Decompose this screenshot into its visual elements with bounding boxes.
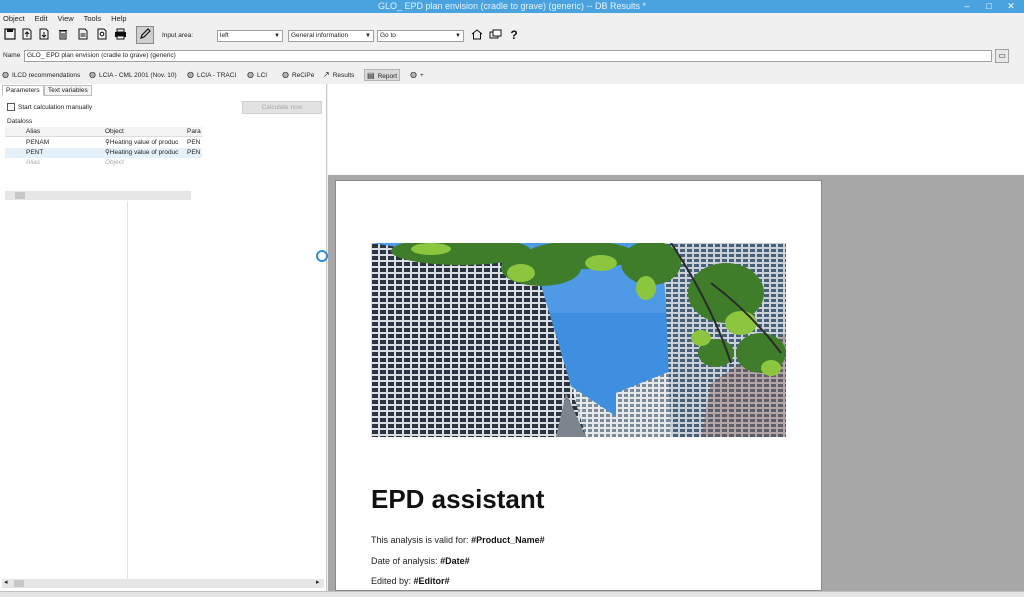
tab-recipe[interactable]: ◍ ReCiPe [282, 69, 314, 81]
tab-parameters[interactable]: Parameters [2, 85, 44, 96]
chart-icon: ◍ [410, 70, 417, 79]
start-calc-label: Start calculation manually [18, 104, 93, 111]
report-valid-for: This analysis is valid for: #Product_Nam… [371, 535, 545, 545]
name-options-button[interactable]: ▭ [995, 49, 1009, 63]
chart-icon: ◍ [247, 70, 254, 79]
pdf-icon[interactable] [76, 28, 90, 42]
input-area-value: left [220, 32, 229, 39]
date-label: Date of analysis: [371, 556, 438, 566]
editor-label: Edited by: [371, 576, 412, 586]
pane-divider [127, 201, 128, 581]
goto-value: Go to [380, 32, 396, 39]
tab-lci[interactable]: ◍ LCI [247, 69, 267, 81]
table-row[interactable]: PENAM ⚲Heating value of produc PEN [5, 138, 202, 148]
minimize-button[interactable]: – [956, 0, 978, 13]
chart-icon: ◍ [2, 70, 9, 79]
menu-bar: Object Edit View Tools Help [0, 13, 1024, 24]
menu-object[interactable]: Object [3, 13, 25, 24]
valid-for-label: This analysis is valid for: [371, 535, 469, 545]
tab-lcia-traci[interactable]: ◍ LCIA - TRACI [187, 69, 236, 81]
save-icon[interactable] [3, 28, 17, 42]
tab-text-variables[interactable]: Text variables [44, 85, 92, 96]
status-bar [0, 591, 1024, 597]
report-icon: ▤ [367, 71, 375, 80]
report-date: Date of analysis: #Date# [371, 556, 470, 566]
input-area-label: Input area: [162, 32, 194, 39]
goto-select[interactable]: Go to ▼ [377, 30, 464, 42]
print-icon[interactable] [113, 28, 127, 42]
column-header-object: Object [105, 128, 124, 135]
name-bar: Name GLO_ EPD plan envision (cradle to g… [0, 48, 1024, 64]
tab-results[interactable]: ↗ Results [323, 69, 354, 81]
scroll-left-icon[interactable]: ◂ [4, 578, 8, 586]
report-page: EPD assistant This analysis is valid for… [335, 180, 822, 591]
document-tabs: ◍ ILCD recommendations ◍ LCIA - CML 2001 (… [0, 67, 1024, 82]
product-name-placeholder: #Product_Name# [471, 535, 545, 545]
toolbar: Input area: left ▼ General information ▼… [0, 24, 1024, 46]
column-header-param: Para [187, 128, 201, 135]
column-header-alias: Alias [26, 128, 41, 135]
loading-spinner-icon [316, 250, 328, 262]
tab-lcia-cml[interactable]: ◍ LCIA - CML 2001 (Nov. 10) [89, 69, 177, 81]
help-icon[interactable]: ? [507, 28, 521, 42]
chevron-down-icon: ▼ [365, 33, 371, 39]
menu-edit[interactable]: Edit [35, 13, 48, 24]
home-icon[interactable] [470, 28, 484, 42]
export-icon[interactable] [20, 28, 34, 42]
menu-help[interactable]: Help [111, 13, 126, 24]
report-title: EPD assistant [371, 484, 545, 514]
import-icon[interactable] [37, 28, 51, 42]
scroll-thumb[interactable] [15, 192, 25, 199]
table-hscroll[interactable] [5, 191, 191, 200]
table-row-new[interactable]: Alias Object [5, 158, 202, 168]
left-panel-hscroll[interactable]: ◂ ▸ [2, 579, 324, 588]
name-input[interactable]: GLO_ EPD plan envision (cradle to grave)… [24, 50, 992, 62]
calculate-now-button[interactable]: Calculate now [242, 101, 322, 114]
left-panel: Parameters Text variables Start calculat… [0, 84, 327, 591]
close-button[interactable]: ✕ [1000, 0, 1022, 13]
document-search-icon[interactable] [95, 28, 109, 42]
section-label: Dataloss [7, 118, 33, 125]
date-placeholder: #Date# [440, 556, 470, 566]
chart-icon: ◍ [89, 70, 96, 79]
chart-icon: ◍ [187, 70, 194, 79]
edit-mode-icon[interactable] [136, 26, 154, 44]
scroll-thumb[interactable] [14, 580, 24, 587]
name-label: Name [3, 52, 21, 59]
chart-icon: ◍ [282, 70, 289, 79]
report-editor: Edited by: #Editor# [371, 576, 450, 586]
chevron-down-icon: ▼ [274, 33, 280, 39]
line-chart-icon: ↗ [323, 70, 330, 79]
delete-icon[interactable] [56, 28, 70, 42]
section-value: General information [291, 32, 349, 39]
section-select[interactable]: General information ▼ [288, 30, 374, 42]
maximize-button[interactable]: □ [978, 0, 1000, 13]
scroll-right-icon[interactable]: ▸ [316, 578, 320, 586]
chevron-down-icon: ▼ [455, 33, 461, 39]
tab-add[interactable]: ◍ + [410, 69, 424, 81]
tab-ilcd-recommendations[interactable]: ◍ ILCD recommendations [2, 69, 80, 81]
table-header: Alias Object Para [5, 127, 202, 137]
windows-icon[interactable] [488, 28, 502, 42]
window-title: GLO_ EPD plan envision (cradle to grave)… [377, 1, 647, 11]
menu-view[interactable]: View [58, 13, 74, 24]
menu-tools[interactable]: Tools [84, 13, 102, 24]
table-row[interactable]: PENT ⚲Heating value of produc PEN [5, 148, 202, 158]
tab-report[interactable]: ▤ Report [364, 69, 401, 81]
start-calc-checkbox[interactable] [7, 103, 15, 111]
input-area-select[interactable]: left ▼ [217, 30, 283, 42]
building-photo [371, 243, 786, 437]
editor-placeholder: #Editor# [413, 576, 450, 586]
window-titlebar: GLO_ EPD plan envision (cradle to grave)… [0, 0, 1024, 13]
